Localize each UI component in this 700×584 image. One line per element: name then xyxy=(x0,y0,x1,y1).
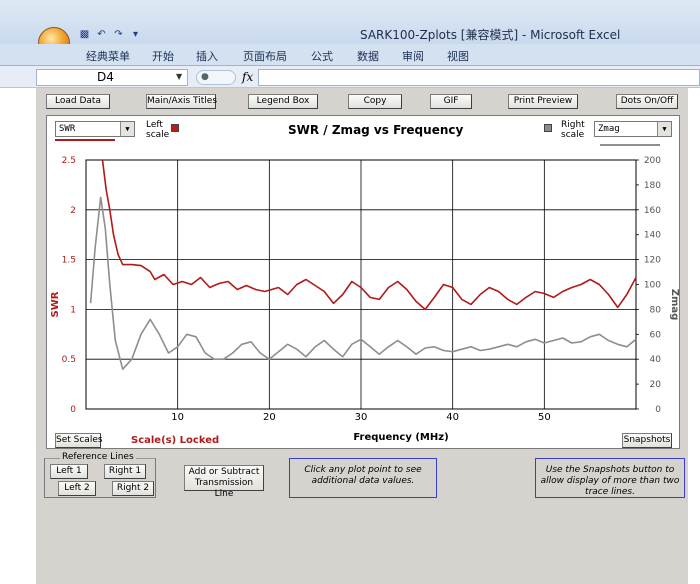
window-title: SARK100-Zplots [兼容模式] - Microsoft Excel xyxy=(360,28,621,42)
dots-on-off-button[interactable]: Dots On/Off xyxy=(616,94,678,109)
tab-page-layout[interactable]: 页面布局 xyxy=(243,48,287,64)
y-left-tick-label: 2 xyxy=(70,206,76,216)
click-hint-note: Click any plot point to see additional d… xyxy=(289,458,437,498)
tab-review[interactable]: 审阅 xyxy=(402,48,424,64)
ribbon-tab-bar: 经典菜单 开始 插入 页面布局 公式 数据 审阅 视图 xyxy=(0,44,700,66)
load-data-button[interactable]: Load Data xyxy=(46,94,110,109)
swr-zmag-chart[interactable]: 10 20 30 40 50 0 0.5 1 1.5 2 2.5 0 20 40 60 80 100 120 140… xyxy=(46,115,680,449)
left-2-button[interactable]: Left 2 xyxy=(58,481,96,496)
x-tick-label: 40 xyxy=(446,412,459,423)
x-tick-label: 30 xyxy=(355,412,368,423)
snapshots-button[interactable]: Snapshots xyxy=(622,433,672,448)
x-tick-label: 10 xyxy=(171,412,184,423)
quick-access-toolbar: ▩ ↶ ↷ ▾ xyxy=(78,29,142,43)
reference-lines-title: Reference Lines xyxy=(60,452,136,462)
x-tick-label: 20 xyxy=(263,412,276,423)
y-right-tick-label: 200 xyxy=(644,156,661,166)
y-right-tick-label: 160 xyxy=(644,206,661,216)
y-right-tick-label: 40 xyxy=(650,355,662,365)
right-2-button[interactable]: Right 2 xyxy=(112,481,154,496)
add-subtract-transmission-line-button[interactable]: Add or Subtract Transmission Line xyxy=(184,465,264,499)
y-left-tick-label: 1 xyxy=(70,305,76,315)
save-icon[interactable]: ▩ xyxy=(78,29,91,41)
redo-icon[interactable]: ↷ xyxy=(112,29,125,41)
tab-data[interactable]: 数据 xyxy=(357,48,379,64)
y-right-tick-label: 100 xyxy=(644,281,661,291)
y-right-tick-label: 20 xyxy=(650,380,662,390)
y-right-tick-label: 60 xyxy=(650,330,662,340)
right-1-button[interactable]: Right 1 xyxy=(104,464,146,479)
tab-formulas[interactable]: 公式 xyxy=(311,48,333,64)
tab-home[interactable]: 开始 xyxy=(152,48,174,64)
left-1-button[interactable]: Left 1 xyxy=(50,464,88,479)
y-left-tick-label: 1.5 xyxy=(62,256,76,266)
scale-locked-status: Scale(s) Locked xyxy=(131,435,220,446)
y-right-tick-label: 180 xyxy=(644,181,661,191)
y-left-axis-label: SWR xyxy=(50,291,61,317)
y-left-tick-label: 0.5 xyxy=(62,355,76,365)
y-left-tick-label: 0 xyxy=(70,405,76,415)
x-axis-label: Frequency (MHz) xyxy=(353,432,448,443)
gif-button[interactable]: GIF xyxy=(430,94,472,109)
y-right-axis-label: Zmag xyxy=(669,289,680,321)
set-scales-button[interactable]: Set Scales xyxy=(55,433,103,448)
snapshot-hint-note: Use the Snapshots button to allow displa… xyxy=(535,458,685,498)
x-tick-label: 50 xyxy=(538,412,551,423)
y-right-tick-label: 120 xyxy=(644,256,661,266)
y-right-tick-label: 0 xyxy=(655,405,661,415)
y-right-tick-label: 140 xyxy=(644,231,661,241)
undo-icon[interactable]: ↶ xyxy=(95,29,108,41)
formula-input[interactable] xyxy=(258,69,700,86)
dropdown-icon[interactable]: ▾ xyxy=(129,29,142,41)
legend-box-button[interactable]: Legend Box xyxy=(248,94,318,109)
name-box[interactable]: D4 xyxy=(36,69,188,86)
print-preview-button[interactable]: Print Preview xyxy=(508,94,578,109)
y-left-tick-label: 2.5 xyxy=(62,156,76,166)
copy-button[interactable]: Copy xyxy=(348,94,402,109)
tab-classic-menu[interactable]: 经典菜单 xyxy=(86,48,130,64)
chevron-down-icon[interactable]: ▼ xyxy=(176,72,182,81)
tab-insert[interactable]: 插入 xyxy=(196,48,218,64)
main-axis-titles-button[interactable]: Main/Axis Titles xyxy=(146,94,217,109)
insert-function-icon[interactable]: fx xyxy=(242,70,253,84)
zoom-icon[interactable]: ● xyxy=(196,70,236,85)
y-right-tick-label: 80 xyxy=(650,305,662,315)
tab-view[interactable]: 视图 xyxy=(447,48,469,64)
